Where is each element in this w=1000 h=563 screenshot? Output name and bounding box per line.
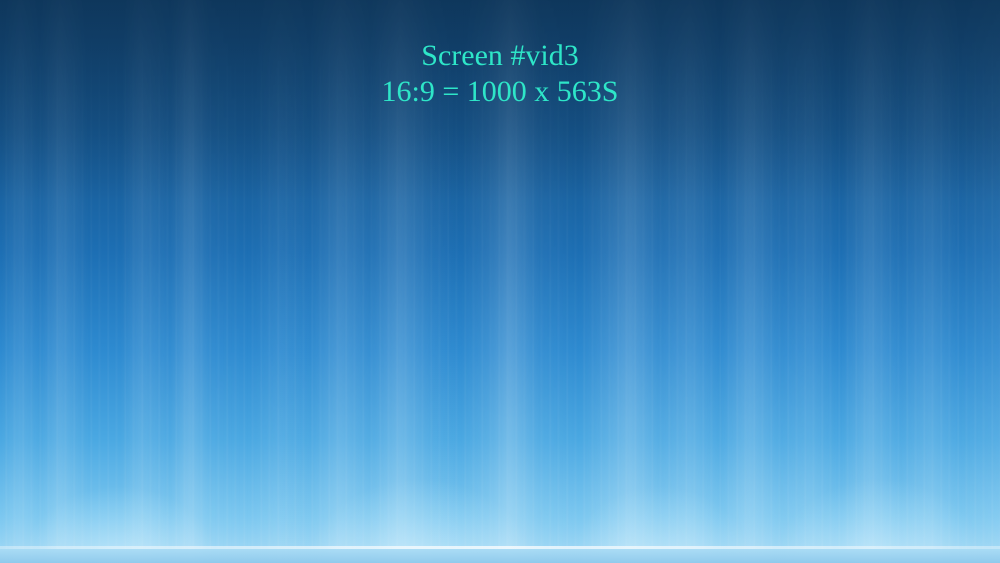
horizon-band [0,549,1000,563]
screen-title: Screen #vid3 [421,39,579,72]
background-bottom-glow [0,383,1000,563]
desktop-background: Screen #vid3 16:9 = 1000 x 563S [0,0,1000,563]
screen-resolution-label: 16:9 = 1000 x 563S [381,75,619,108]
screen-caption: Screen #vid3 16:9 = 1000 x 563S [0,38,1000,110]
